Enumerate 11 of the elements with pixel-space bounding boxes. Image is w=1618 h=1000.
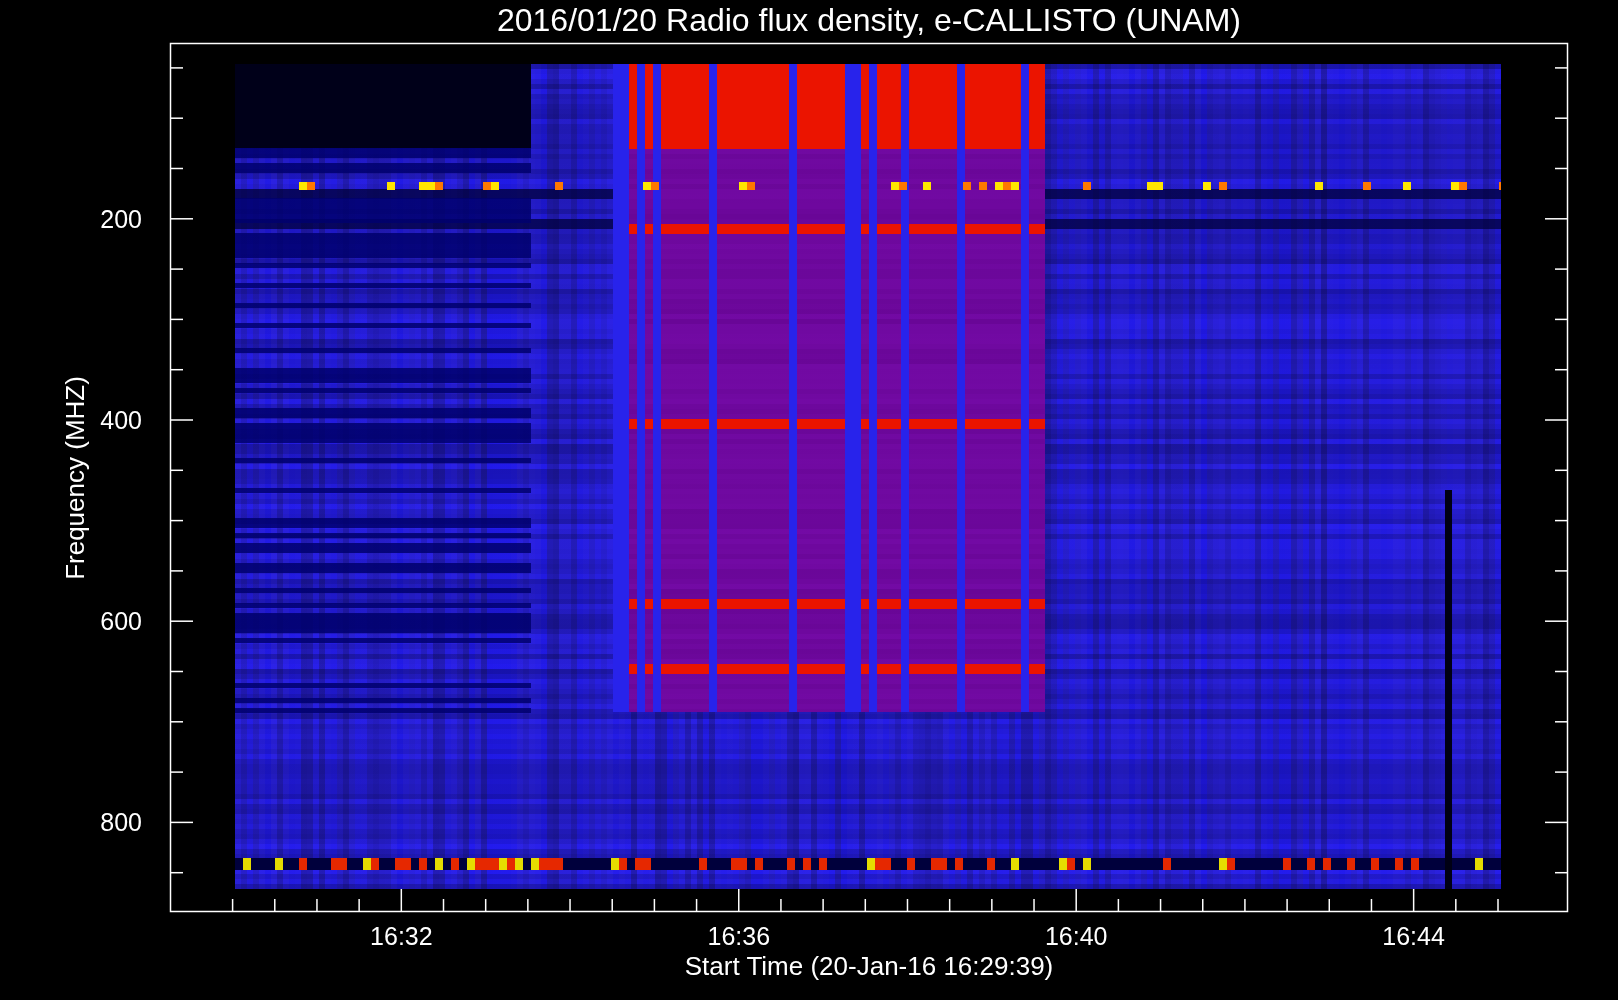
- chart-title: 2016/01/20 Radio flux density, e-CALLISTO (UNAM): [497, 2, 1241, 38]
- tick-label: 16:32: [370, 922, 433, 950]
- tick-label: 600: [100, 607, 142, 636]
- tick-label: 16:44: [1382, 922, 1445, 950]
- axis-label: Start Time (20-Jan-16 16:29:39): [684, 951, 1054, 981]
- tick-label: 400: [100, 406, 142, 434]
- axis-label: Frequency (MHZ): [60, 376, 90, 580]
- tick-label: 16:36: [707, 922, 771, 950]
- tick-label: 16:40: [1044, 922, 1108, 950]
- tick-label: 200: [100, 204, 142, 233]
- tick-label: 800: [100, 808, 142, 837]
